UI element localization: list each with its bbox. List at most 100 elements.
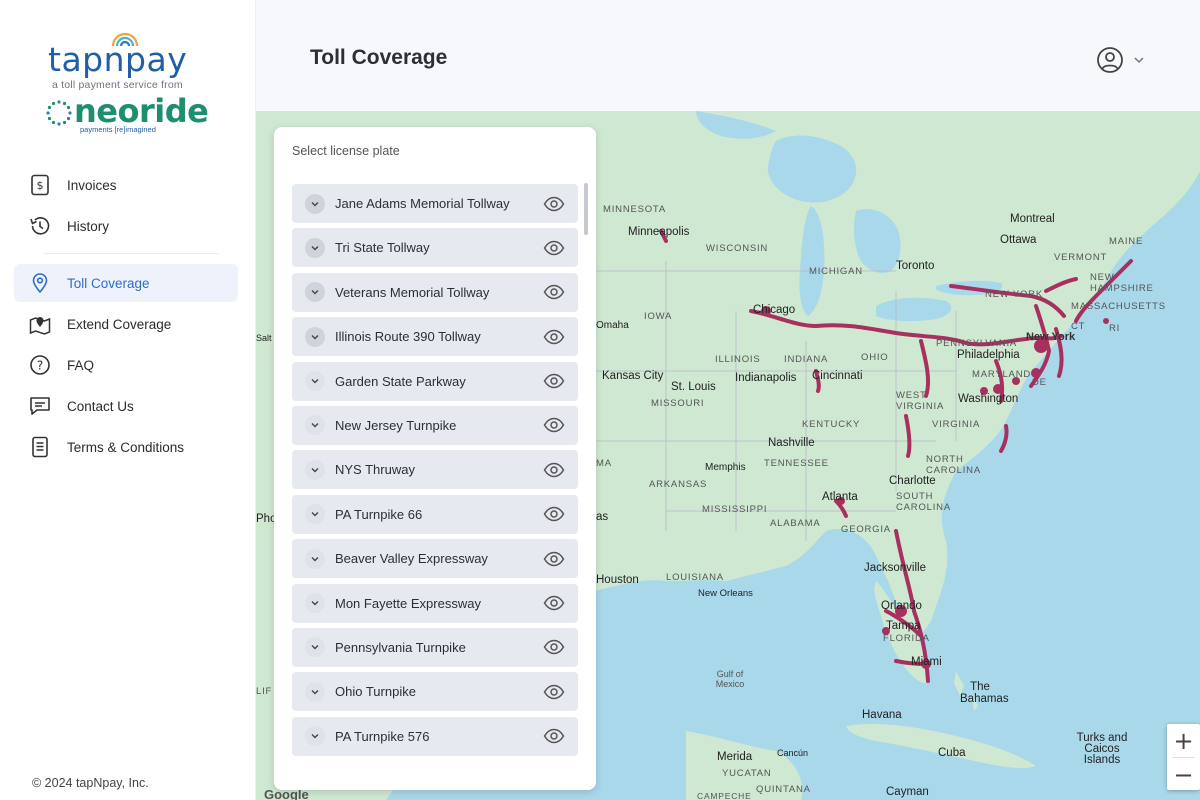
sidebar-item-label: History xyxy=(67,218,110,234)
map-label: Jacksonville xyxy=(864,562,926,574)
map-label: Chicago xyxy=(753,304,796,316)
eye-icon[interactable] xyxy=(542,236,566,260)
tollway-label: Jane Adams Memorial Tollway xyxy=(335,196,510,211)
map-label: Miami xyxy=(911,656,942,668)
page-title: Toll Coverage xyxy=(310,46,448,69)
map-label: MISSOURI xyxy=(651,398,705,409)
eye-icon[interactable] xyxy=(542,280,566,304)
map-label: Minneapolis xyxy=(628,226,690,238)
map-label: YUCATAN xyxy=(722,768,772,779)
map-label: Havana xyxy=(862,709,902,721)
map-label: NEW HAMPSHIRE xyxy=(1090,272,1154,294)
chevron-down-icon[interactable] xyxy=(305,415,325,436)
map-label: New York xyxy=(1026,331,1076,343)
zoom-out-button[interactable]: − xyxy=(1167,758,1200,791)
map-label: The Bahamas xyxy=(960,681,1009,705)
sidebar-item-faq[interactable]: ? FAQ xyxy=(14,346,238,384)
tollway-row[interactable]: Veterans Memorial Tollway xyxy=(292,272,578,312)
map-label: QUINTANA xyxy=(756,784,811,795)
chevron-down-icon[interactable] xyxy=(305,681,325,702)
chevron-down-icon[interactable] xyxy=(305,459,325,480)
chevron-down-icon[interactable] xyxy=(305,326,325,347)
eye-icon[interactable] xyxy=(542,547,566,571)
chevron-down-icon[interactable] xyxy=(305,593,325,614)
map-label: New Orleans xyxy=(698,588,753,599)
eye-icon[interactable] xyxy=(542,458,566,482)
map-label: Orlando xyxy=(881,600,922,612)
tollway-label: Ohio Turnpike xyxy=(335,684,416,700)
tollway-row[interactable]: Illinois Route 390 Tollway xyxy=(292,317,578,357)
chevron-down-icon[interactable] xyxy=(305,371,325,392)
chevron-down-icon[interactable] xyxy=(305,237,325,258)
map-label: MARYLAND xyxy=(972,369,1032,380)
svg-text:$: $ xyxy=(37,179,44,192)
eye-icon[interactable] xyxy=(542,192,566,216)
zoom-controls: + − xyxy=(1167,724,1200,790)
sidebar-item-contact-us[interactable]: Contact Us xyxy=(14,387,238,425)
eye-icon[interactable] xyxy=(542,591,566,615)
sidebar-item-history[interactable]: History xyxy=(14,207,238,245)
tollway-row[interactable]: PA Turnpike 576 xyxy=(292,716,578,756)
help-icon: ? xyxy=(28,353,52,377)
tollway-row[interactable]: Garden State Parkway xyxy=(292,361,578,401)
eye-icon[interactable] xyxy=(542,369,566,393)
nav-divider xyxy=(44,253,219,254)
sidebar-item-invoices[interactable]: $ Invoices xyxy=(14,166,238,204)
sidebar-item-terms[interactable]: Terms & Conditions xyxy=(14,428,238,466)
tollway-row[interactable]: New Jersey Turnpike xyxy=(292,405,578,445)
map-label: Cincinnati xyxy=(812,370,863,382)
tollway-row[interactable]: Tri State Tollway xyxy=(292,228,578,268)
chevron-down-icon[interactable] xyxy=(305,548,325,569)
neoride-tagline: payments [re]imagined xyxy=(80,125,156,134)
map-label: Cuba xyxy=(938,747,966,759)
tollway-label: Veterans Memorial Tollway xyxy=(335,284,490,300)
map-label: WISCONSIN xyxy=(706,243,769,254)
chevron-down-icon xyxy=(1134,57,1144,64)
map-label: IOWA xyxy=(644,311,673,322)
map-label: DE xyxy=(1032,377,1047,388)
tollway-row[interactable]: Jane Adams Memorial Tollway xyxy=(292,184,578,223)
chevron-down-icon[interactable] xyxy=(305,637,325,658)
user-menu[interactable] xyxy=(1096,46,1156,74)
zoom-in-button[interactable]: + xyxy=(1167,724,1200,757)
tollway-row[interactable]: NYS Thruway xyxy=(292,450,578,490)
tollway-row[interactable]: Ohio Turnpike xyxy=(292,672,578,712)
location-pin-icon xyxy=(28,271,52,295)
sidebar-item-label: Toll Coverage xyxy=(67,275,150,291)
brand-tagline: a toll payment service from xyxy=(52,79,183,91)
sidebar-item-label: Contact Us xyxy=(67,398,134,414)
tollway-row[interactable]: Beaver Valley Expressway xyxy=(292,539,578,579)
map-label: FLORIDA xyxy=(883,633,930,644)
eye-icon[interactable] xyxy=(542,325,566,349)
tollway-row[interactable]: PA Turnpike 66 xyxy=(292,494,578,534)
map-label: VERMONT xyxy=(1054,252,1108,263)
invoice-icon: $ xyxy=(28,173,52,197)
sidebar-item-extend-coverage[interactable]: Extend Coverage xyxy=(14,305,238,343)
eye-icon[interactable] xyxy=(542,724,566,748)
map-label: NORTH CAROLINA xyxy=(926,454,981,476)
sidebar: tapnpay a toll payment service from neor… xyxy=(0,0,256,800)
eye-icon[interactable] xyxy=(542,635,566,659)
tapnpay-logo: tapnpay xyxy=(48,40,188,79)
chevron-down-icon[interactable] xyxy=(305,193,325,214)
map-label: Tampa xyxy=(886,620,921,632)
map-label: Turks and Caicos Islands xyxy=(1076,732,1128,766)
tollway-label: Tri State Tollway xyxy=(335,240,430,256)
tollway-row[interactable]: Mon Fayette Expressway xyxy=(292,583,578,623)
panel-scrollbar[interactable] xyxy=(584,183,588,235)
map-label: INDIANA xyxy=(784,354,829,365)
map-label: PENNSYLVANIA xyxy=(936,338,1018,349)
map-label: MICHIGAN xyxy=(809,266,863,277)
chevron-down-icon[interactable] xyxy=(305,282,325,303)
eye-icon[interactable] xyxy=(542,680,566,704)
document-icon xyxy=(28,435,52,459)
eye-icon[interactable] xyxy=(542,502,566,526)
eye-icon[interactable] xyxy=(542,413,566,437)
map-label: MINNESOTA xyxy=(603,204,666,215)
chevron-down-icon[interactable] xyxy=(305,504,325,525)
chevron-down-icon[interactable] xyxy=(305,726,325,747)
map-label: Memphis xyxy=(705,462,746,473)
sidebar-item-toll-coverage[interactable]: Toll Coverage xyxy=(14,264,238,302)
map-label: Cancún xyxy=(777,748,809,758)
tollway-row[interactable]: Pennsylvania Turnpike xyxy=(292,627,578,667)
